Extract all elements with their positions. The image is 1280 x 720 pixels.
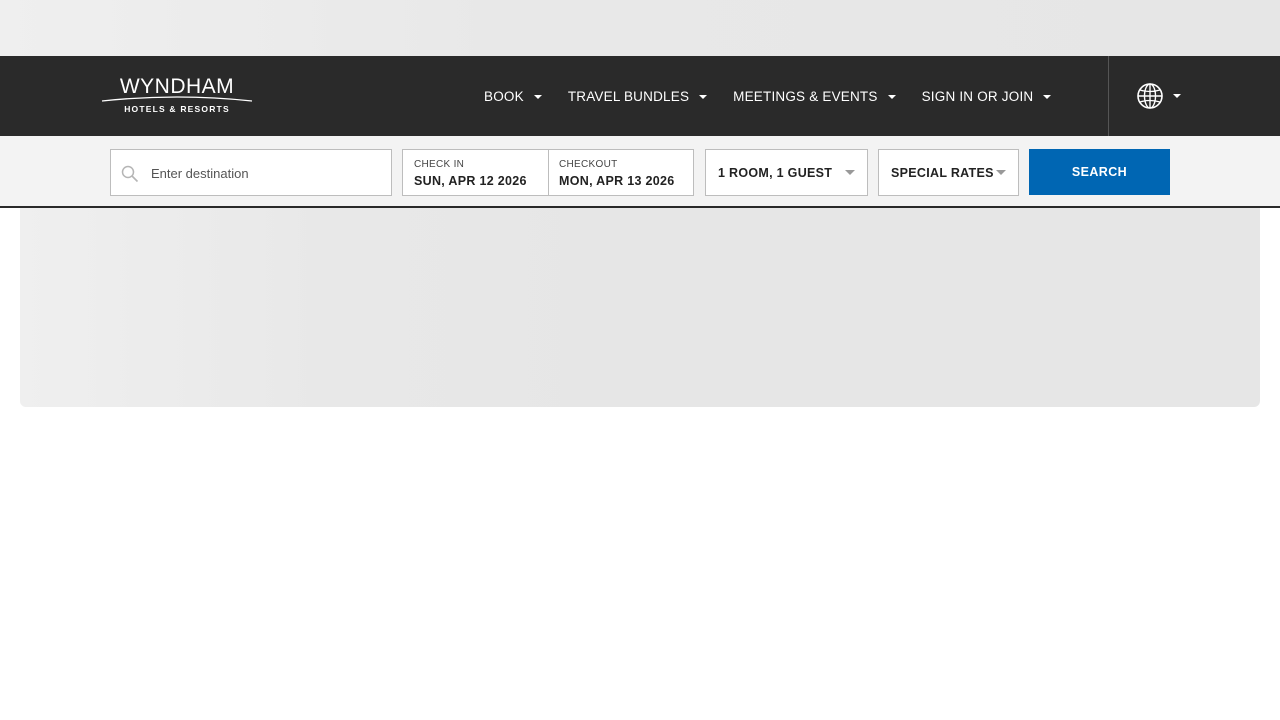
check-in-date[interactable]: CHECK IN SUN, APR 12 2026 [403,150,548,195]
date-range-picker: CHECK IN SUN, APR 12 2026 CHECKOUT MON, … [402,149,694,196]
main-navbar: WYNDHAM HOTELS & RESORTS BOOK TRAVEL BUN… [0,56,1280,136]
search-button[interactable]: SEARCH [1029,149,1170,195]
checkout-value: MON, APR 13 2026 [559,174,675,188]
nav-item-book[interactable]: BOOK [484,89,542,104]
caret-down-icon [1043,94,1052,99]
top-banner-placeholder [0,0,1280,56]
caret-down-icon [699,94,708,99]
nav-item-label: SIGN IN OR JOIN [921,88,1034,104]
nav-item-travel-bundles[interactable]: TRAVEL BUNDLES [567,88,708,104]
primary-nav: BOOK TRAVEL BUNDLES MEETINGS & EVENTS SI… [484,56,1077,136]
nav-item-meetings-events[interactable]: MEETINGS & EVENTS [733,88,896,104]
checkout-label: CHECKOUT [559,159,618,170]
wyndham-logo[interactable]: WYNDHAM HOTELS & RESORTS [100,76,254,116]
language-selector[interactable] [1136,82,1181,110]
check-in-value: SUN, APR 12 2026 [414,174,527,188]
rooms-guests-value: 1 ROOM, 1 GUEST [718,165,833,180]
booking-search-bar: CHECK IN SUN, APR 12 2026 CHECKOUT MON, … [0,136,1280,208]
nav-item-sign-in-or-join[interactable]: SIGN IN OR JOIN [922,89,1052,104]
check-in-label: CHECK IN [414,159,465,170]
search-icon [121,165,139,183]
special-rates-value: SPECIAL RATES [891,165,994,180]
globe-icon [1137,83,1163,109]
caret-down-icon [533,94,542,99]
nav-divider [1108,56,1109,136]
checkout-date[interactable]: CHECKOUT MON, APR 13 2026 [548,150,693,195]
special-rates-dropdown[interactable]: SPECIAL RATES [878,149,1019,196]
caret-down-icon [996,170,1006,175]
caret-down-icon [845,170,855,175]
nav-item-label: BOOK [484,88,524,104]
logo-subtitle: HOTELS & RESORTS [124,104,230,114]
nav-item-label: MEETINGS & EVENTS [733,88,878,104]
caret-down-icon [1173,94,1181,98]
caret-down-icon [887,94,896,99]
hero-loading-placeholder [20,208,1260,407]
nav-item-label: TRAVEL BUNDLES [567,88,690,104]
destination-field[interactable] [110,149,392,196]
destination-input[interactable] [151,162,381,184]
logo-swoosh-icon [101,96,253,102]
rooms-guests-dropdown[interactable]: 1 ROOM, 1 GUEST [705,149,868,196]
